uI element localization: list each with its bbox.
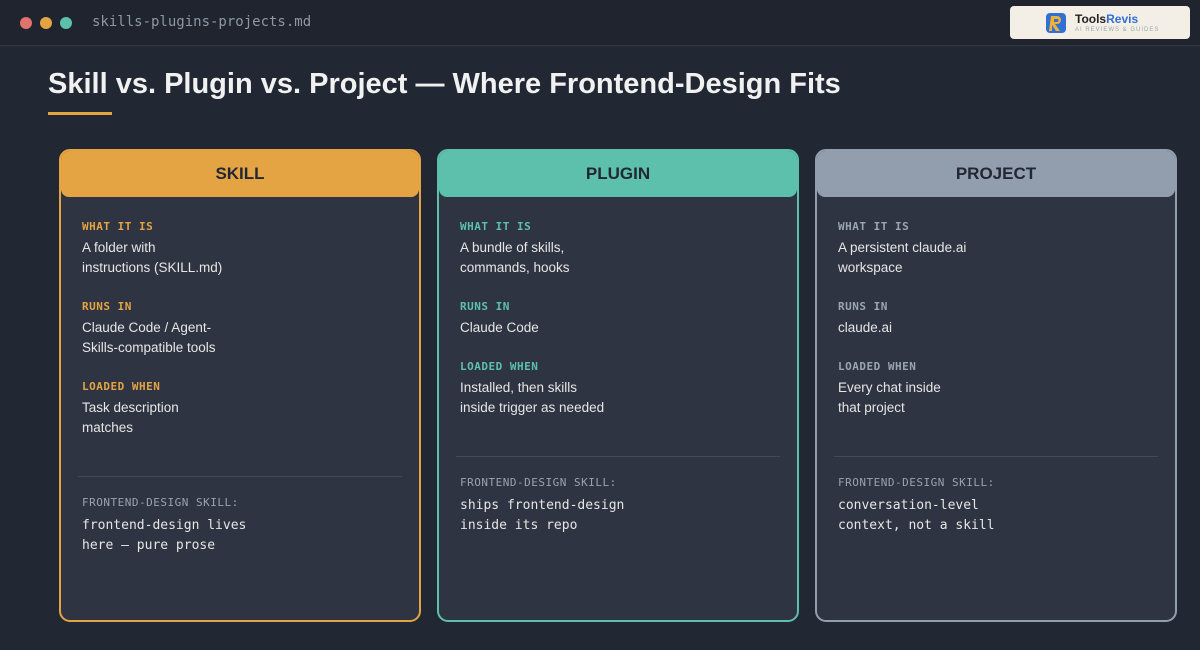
what-it-is-text: A persistent claude.ai workspace bbox=[838, 240, 967, 275]
frontend-design-text: frontend-design lives here — pure prose bbox=[82, 518, 247, 553]
loaded-when-text: Every chat inside that project bbox=[838, 380, 941, 415]
frontend-design-label: FRONTEND-DESIGN SKILL: bbox=[838, 476, 995, 489]
logo-tagline: AI REVIEWS & GUIDES bbox=[1075, 27, 1160, 33]
loaded-when-text: Installed, then skills inside trigger as… bbox=[460, 380, 605, 415]
file-name: skills-plugins-projects.md bbox=[92, 14, 312, 30]
page-title: Skill vs. Plugin vs. Project — Where Fro… bbox=[48, 68, 841, 100]
card-header: PLUGIN bbox=[439, 151, 797, 197]
frontend-design-label: FRONTEND-DESIGN SKILL: bbox=[82, 496, 239, 509]
runs-in-text: Claude Code / Agent- Skills-compatible t… bbox=[82, 320, 216, 355]
maximize-window-button[interactable] bbox=[60, 17, 72, 29]
frontend-design-text: conversation-level context, not a skill bbox=[838, 498, 995, 533]
what-it-is-text: A bundle of skills, commands, hooks bbox=[460, 240, 570, 275]
divider bbox=[834, 456, 1158, 457]
what-it-is-label: WHAT IT IS bbox=[838, 220, 910, 233]
skill-card: SKILL WHAT IT IS A folder with instructi… bbox=[59, 149, 421, 622]
brand-logo[interactable]: ToolsRevis AI REVIEWS & GUIDES bbox=[1010, 6, 1190, 39]
runs-in-label: RUNS IN bbox=[82, 300, 132, 313]
minimize-window-button[interactable] bbox=[40, 17, 52, 29]
plugin-card: PLUGIN WHAT IT IS A bundle of skills, co… bbox=[437, 149, 799, 622]
runs-in-label: RUNS IN bbox=[460, 300, 510, 313]
logo-name: ToolsRevis bbox=[1075, 12, 1139, 26]
close-window-button[interactable] bbox=[20, 17, 32, 29]
loaded-when-label: LOADED WHEN bbox=[838, 360, 917, 373]
logo-r-icon bbox=[1046, 13, 1066, 33]
what-it-is-text: A folder with instructions (SKILL.md) bbox=[82, 240, 223, 275]
divider bbox=[456, 456, 780, 457]
loaded-when-text: Task description matches bbox=[82, 400, 179, 435]
runs-in-label: RUNS IN bbox=[838, 300, 888, 313]
loaded-when-label: LOADED WHEN bbox=[82, 380, 161, 393]
runs-in-text: Claude Code bbox=[460, 320, 539, 335]
card-header: PROJECT bbox=[817, 151, 1175, 197]
project-card: PROJECT WHAT IT IS A persistent claude.a… bbox=[815, 149, 1177, 622]
what-it-is-label: WHAT IT IS bbox=[460, 220, 532, 233]
divider bbox=[78, 476, 402, 477]
frontend-design-label: FRONTEND-DESIGN SKILL: bbox=[460, 476, 617, 489]
what-it-is-label: WHAT IT IS bbox=[82, 220, 154, 233]
title-underline bbox=[48, 112, 112, 115]
runs-in-text: claude.ai bbox=[838, 320, 893, 335]
title-bar: skills-plugins-projects.md ToolsRevis AI… bbox=[0, 0, 1200, 46]
card-header: SKILL bbox=[61, 151, 419, 197]
loaded-when-label: LOADED WHEN bbox=[460, 360, 539, 373]
frontend-design-text: ships frontend-design inside its repo bbox=[460, 498, 625, 533]
